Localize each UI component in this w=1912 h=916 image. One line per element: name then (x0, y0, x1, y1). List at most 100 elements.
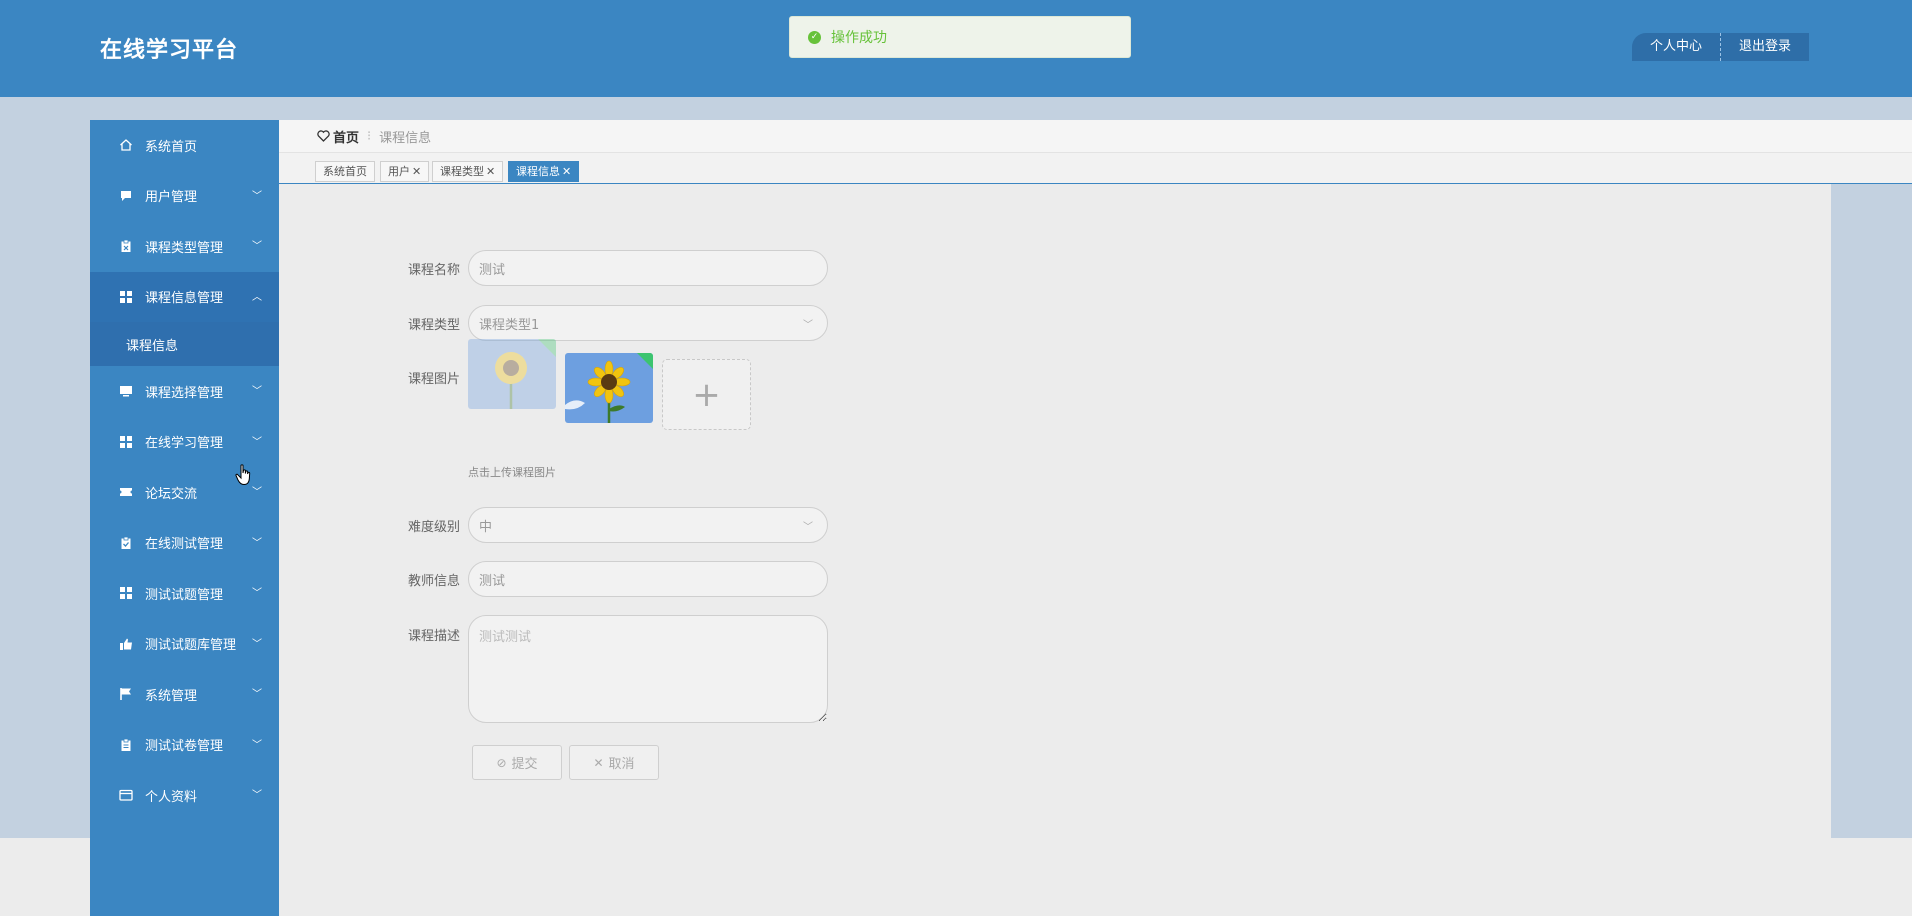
sidebar-item-label: 测试试卷管理 (145, 739, 224, 755)
close-icon[interactable]: ✕ (412, 165, 421, 178)
difficulty-value: 中 (479, 519, 493, 535)
teacher-input[interactable] (468, 561, 828, 597)
hand-cursor-icon (235, 464, 253, 490)
chevron-down-icon: ﹀ (803, 319, 813, 331)
chevron-down-icon: ﹀ (803, 521, 813, 533)
sidebar-item-label: 在线测试管理 (145, 537, 224, 553)
tab-label: 课程信息 (516, 165, 560, 178)
logout-button[interactable]: 退出登录 (1720, 33, 1809, 61)
sidebar-item-label: 论坛交流 (145, 486, 198, 502)
sidebar-item-label: 用户管理 (145, 190, 198, 206)
chat-icon (119, 189, 133, 203)
chevron-down-icon: ﹀ (252, 436, 262, 448)
tab-user[interactable]: 用户 ✕ (380, 161, 430, 182)
breadcrumb-current: 课程信息 (379, 130, 432, 146)
app-title: 在线学习平台 (100, 38, 239, 63)
home-icon (119, 138, 133, 152)
sidebar-item-test-question-management[interactable]: 测试试题管理 ﹀ (90, 568, 279, 619)
ticket-icon (119, 485, 133, 499)
tab-label: 系统首页 (323, 165, 367, 178)
sidebar-item-course-info-management[interactable]: 课程信息管理 ︿ (90, 271, 279, 322)
toast-message: 操作成功 (831, 30, 887, 46)
grid-icon (119, 586, 133, 600)
sidebar-item-home[interactable]: 系统首页 (90, 120, 279, 171)
sidebar-item-profile[interactable]: 个人资料 ﹀ (90, 770, 279, 821)
heart-icon (317, 130, 330, 142)
breadcrumb-home[interactable]: 首页 (317, 127, 359, 146)
card-icon (119, 788, 133, 802)
sidebar-item-question-bank-management[interactable]: 测试试题库管理 ﹀ (90, 619, 279, 670)
chevron-down-icon: ﹀ (252, 537, 262, 549)
submit-button[interactable]: ⊘ 提交 (472, 745, 562, 780)
course-type-select[interactable]: 课程类型1 ﹀ (468, 305, 828, 341)
chevron-down-icon: ﹀ (252, 386, 262, 398)
course-image-thumbnail[interactable] (565, 353, 653, 423)
teacher-label: 教师信息 (407, 574, 460, 589)
sidebar-item-label: 测试试题管理 (145, 587, 224, 603)
close-icon[interactable]: ✕ (562, 165, 571, 178)
clipboard-check-icon (119, 536, 133, 550)
sidebar-item-user-management[interactable]: 用户管理 ﹀ (90, 171, 279, 222)
sidebar-item-course-type-management[interactable]: 课程类型管理 ﹀ (90, 221, 279, 272)
check-circle-icon: ⊘ (496, 755, 507, 770)
description-label: 课程描述 (407, 629, 460, 644)
sidebar-item-label: 系统管理 (145, 688, 198, 704)
chevron-down-icon: ﹀ (252, 638, 262, 650)
sidebar-item-course-selection-management[interactable]: 课程选择管理 ﹀ (90, 366, 279, 417)
clipboard-icon (119, 738, 133, 752)
profile-center-button[interactable]: 个人中心 (1632, 33, 1720, 61)
sidebar-item-online-learning-management[interactable]: 在线学习管理 ﹀ (90, 417, 279, 468)
chevron-down-icon: ﹀ (252, 588, 262, 600)
breadcrumb-home-label: 首页 (333, 130, 360, 146)
chevron-down-icon: ﹀ (252, 689, 262, 701)
check-circle-icon: ✓ (808, 30, 821, 44)
close-icon[interactable]: ✕ (486, 165, 495, 178)
breadcrumb-separator: ⁝ (367, 128, 372, 144)
grid-icon (119, 435, 133, 449)
close-icon: ✕ (593, 755, 604, 770)
sidebar-item-label: 课程类型管理 (145, 240, 224, 256)
cancel-button-label: 取消 (608, 757, 635, 772)
chevron-up-icon: ︿ (252, 291, 262, 303)
sidebar-item-label: 个人资料 (145, 789, 198, 805)
sidebar-item-label: 测试试题库管理 (145, 638, 237, 654)
chevron-down-icon: ﹀ (252, 790, 262, 802)
tab-course-type[interactable]: 课程类型 ✕ (432, 161, 504, 182)
tab-bar: 系统首页 用户 ✕ 课程类型 ✕ 课程信息 ✕ (279, 153, 1912, 184)
difficulty-label: 难度级别 (407, 520, 460, 535)
tab-label: 用户 (388, 165, 410, 178)
thumb-up-icon (119, 637, 133, 651)
description-textarea[interactable]: 测试测试 (468, 615, 828, 723)
course-name-input[interactable] (468, 250, 828, 286)
sidebar-item-online-test-management[interactable]: 在线测试管理 ﹀ (90, 518, 279, 569)
tab-home[interactable]: 系统首页 (315, 161, 375, 182)
sidebar-item-system-management[interactable]: 系统管理 ﹀ (90, 669, 279, 720)
course-name-label: 课程名称 (407, 263, 460, 278)
sidebar-item-label: 课程选择管理 (145, 385, 224, 401)
cancel-button[interactable]: ✕ 取消 (569, 745, 659, 780)
sidebar-item-label: 在线学习管理 (145, 436, 224, 452)
breadcrumb: 首页 ⁝ 课程信息 (279, 120, 1912, 153)
sidebar-item-label: 系统首页 (145, 139, 198, 155)
submenu-item-course-info[interactable]: 课程信息 (90, 322, 279, 366)
monitor-icon (119, 384, 133, 398)
flag-icon (119, 687, 133, 701)
tab-label: 课程类型 (440, 165, 484, 178)
image-upload-button[interactable]: + (662, 359, 751, 430)
submit-button-label: 提交 (511, 757, 538, 772)
grid-icon (119, 290, 133, 304)
difficulty-select[interactable]: 中 ﹀ (468, 507, 828, 543)
course-image-thumbnail-dragging[interactable] (468, 339, 556, 409)
user-actions: 个人中心 退出登录 (1632, 33, 1810, 61)
sidebar-item-label: 课程信息管理 (145, 291, 224, 307)
tab-course-info[interactable]: 课程信息 ✕ (508, 161, 580, 182)
chevron-down-icon: ﹀ (252, 739, 262, 751)
chevron-down-icon: ﹀ (252, 487, 262, 499)
success-toast: ✓ 操作成功 (789, 16, 1131, 58)
sidebar: 系统首页 用户管理 ﹀ 课程类型管理 ﹀ 课程信息管理 ︿ 课程信息 课程选择管… (90, 120, 279, 916)
course-type-value: 课程类型1 (479, 317, 540, 333)
chevron-down-icon: ﹀ (252, 241, 262, 253)
course-type-label: 课程类型 (407, 318, 460, 333)
sidebar-item-test-paper-management[interactable]: 测试试卷管理 ﹀ (90, 720, 279, 771)
image-upload-hint: 点击上传课程图片 (468, 466, 556, 479)
